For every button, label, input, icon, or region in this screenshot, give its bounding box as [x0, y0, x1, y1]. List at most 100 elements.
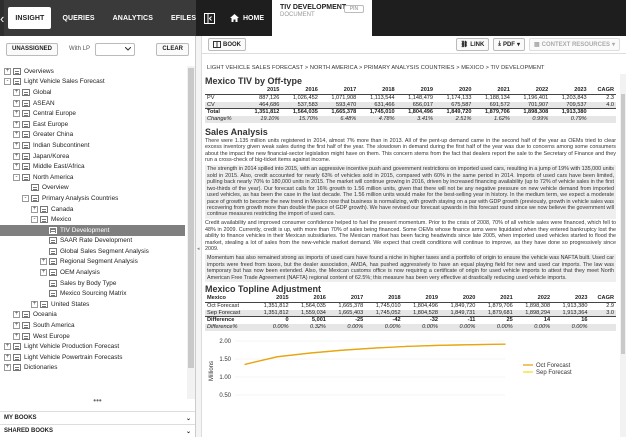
- tree-item-label: Light Vehicle Production Forecast: [24, 343, 120, 351]
- expand-icon[interactable]: +: [13, 88, 20, 96]
- tree-item-label: Dictionaries: [24, 364, 58, 372]
- tiv-title: Mexico TIV by Off-type: [205, 76, 303, 86]
- table-cell: 631,466: [358, 101, 397, 109]
- collapse-icon[interactable]: -: [22, 194, 29, 202]
- data-point: [276, 356, 279, 358]
- document-icon: [22, 332, 30, 340]
- expand-icon[interactable]: +: [4, 364, 11, 372]
- collapse-panel-button[interactable]: [196, 0, 222, 36]
- tree-item[interactable]: Mexico Sourcing Matrix: [0, 288, 185, 299]
- expand-icon[interactable]: +: [13, 120, 20, 128]
- tree-item[interactable]: + Greater China: [0, 130, 185, 141]
- table-cell: 537,583: [281, 101, 320, 109]
- link-button[interactable]: ⛓ LINK: [455, 38, 490, 51]
- tree-item[interactable]: + Overviews: [0, 66, 185, 77]
- tree-item[interactable]: + South America: [0, 320, 185, 331]
- column-header: 2020: [435, 87, 474, 95]
- tree-item[interactable]: + Central Europe: [0, 108, 185, 119]
- expand-icon[interactable]: +: [13, 163, 20, 171]
- tree-item[interactable]: + Light Vehicle Powertrain Forecasts: [0, 352, 185, 363]
- expand-icon[interactable]: +: [4, 343, 11, 351]
- tree-scrollbar-thumb[interactable]: [188, 68, 194, 368]
- expand-icon[interactable]: +: [4, 67, 11, 75]
- tree-item[interactable]: + Middle East/Africa: [0, 161, 185, 172]
- tree-item[interactable]: + Regional Segment Analysis: [0, 257, 185, 268]
- breadcrumb: LIGHT VEHICLE SALES FORECAST > NORTH AME…: [207, 65, 545, 71]
- tree-item[interactable]: TIV Development: [0, 224, 185, 236]
- tree-item[interactable]: + OEM Analysis: [0, 267, 185, 278]
- expand-icon[interactable]: +: [13, 322, 20, 330]
- tree-item-label: Middle East/Africa: [33, 163, 85, 171]
- document-tab[interactable]: TIV DEVELOPMENT DOCUMENT PIN: [272, 0, 372, 36]
- tree-item[interactable]: - Primary Analysis Countries: [0, 193, 185, 204]
- tree-item[interactable]: + West Europe: [0, 331, 185, 342]
- tree-item[interactable]: Overview: [0, 183, 185, 194]
- tree-item[interactable]: Sales by Body Type: [0, 278, 185, 289]
- expand-icon[interactable]: +: [13, 141, 20, 149]
- home-icon: [230, 14, 239, 22]
- my-books-header[interactable]: MY BOOKS ⌄: [0, 411, 195, 424]
- tree-item[interactable]: - North America: [0, 172, 185, 183]
- home-button[interactable]: HOME: [222, 0, 272, 36]
- expand-icon[interactable]: +: [13, 99, 20, 107]
- pdf-button[interactable]: ⤓ PDF ▾: [493, 38, 525, 51]
- clear-button[interactable]: CLEAR: [156, 42, 189, 56]
- table-cell: -25: [327, 316, 366, 325]
- expand-icon[interactable]: +: [40, 258, 47, 266]
- table-cell: 0.32%: [290, 324, 328, 331]
- nav-back-button[interactable]: ‹: [0, 0, 5, 36]
- tree-item[interactable]: + East Europe: [0, 119, 185, 130]
- tree-scrollbar[interactable]: [187, 66, 195, 399]
- document-scrollbar[interactable]: [620, 74, 626, 437]
- tree-item[interactable]: + Canada: [0, 204, 185, 215]
- tree-item-label: Overviews: [24, 67, 54, 75]
- shared-books-header[interactable]: SHARED BOOKS ⌄: [0, 424, 195, 437]
- expand-icon[interactable]: +: [13, 332, 20, 340]
- data-point: [406, 345, 409, 347]
- row-label: Total: [205, 108, 243, 117]
- unassigned-button[interactable]: UNASSIGNED: [6, 42, 59, 56]
- tree-item[interactable]: + Oceania: [0, 310, 185, 321]
- tree-item[interactable]: + Light Vehicle Production Forecast: [0, 341, 185, 352]
- expand-icon[interactable]: +: [40, 269, 47, 277]
- collapse-icon[interactable]: -: [13, 173, 20, 181]
- tree-item[interactable]: + Global: [0, 87, 185, 98]
- chevron-down-icon: ⌄: [185, 428, 191, 435]
- tab-analytics[interactable]: ANALYTICS: [106, 7, 160, 29]
- expand-icon[interactable]: +: [13, 311, 20, 319]
- table-cell: 0.00%: [402, 324, 440, 331]
- paragraph: The strength in 2014 spilled into 2015, …: [205, 165, 616, 219]
- pdf-label: PDF: [502, 41, 515, 48]
- expand-icon[interactable]: +: [13, 131, 20, 139]
- expand-icon[interactable]: +: [31, 300, 38, 308]
- tree-item[interactable]: + Japan/Korea: [0, 151, 185, 162]
- tree-item[interactable]: + Indian Subcontinent: [0, 140, 185, 151]
- tree-item[interactable]: - Mexico: [0, 214, 185, 225]
- resize-grip[interactable]: •••: [0, 397, 195, 407]
- expand-icon[interactable]: +: [13, 152, 20, 160]
- tree-item-label: OEM Analysis: [60, 269, 100, 277]
- book-button[interactable]: BOOK: [208, 38, 246, 51]
- document-icon: [22, 99, 30, 107]
- tab-insight[interactable]: INSIGHT: [8, 7, 52, 29]
- collapse-icon[interactable]: -: [31, 216, 38, 224]
- expand-icon[interactable]: +: [4, 353, 11, 361]
- with-lp-select[interactable]: [95, 42, 136, 56]
- tree-item[interactable]: + ASEAN: [0, 98, 185, 109]
- tab-queries[interactable]: QUERIES: [55, 7, 101, 29]
- expand-icon[interactable]: +: [13, 110, 20, 118]
- tree-item[interactable]: + United States: [0, 299, 185, 310]
- table-cell: 1,665,378: [319, 108, 359, 117]
- table-cell: 0.79%: [550, 116, 589, 123]
- tree-item[interactable]: Global Sales Segment Analysis: [0, 246, 185, 257]
- pin-tab-button[interactable]: PIN: [344, 5, 364, 13]
- expand-icon[interactable]: +: [31, 205, 38, 213]
- context-resources-button[interactable]: ▦ CONTEXT RESOURCES ▾: [528, 38, 620, 51]
- tree-item[interactable]: SAAR Rate Development: [0, 236, 185, 247]
- table-cell: 1,879,706: [473, 108, 512, 117]
- collapse-icon[interactable]: -: [4, 78, 11, 86]
- tree-item[interactable]: + Dictionaries: [0, 363, 185, 374]
- tree-item[interactable]: - Light Vehicle Sales Forecast: [0, 77, 185, 88]
- document-scrollbar-thumb[interactable]: [621, 94, 625, 354]
- tree-item-label: Central Europe: [33, 110, 76, 118]
